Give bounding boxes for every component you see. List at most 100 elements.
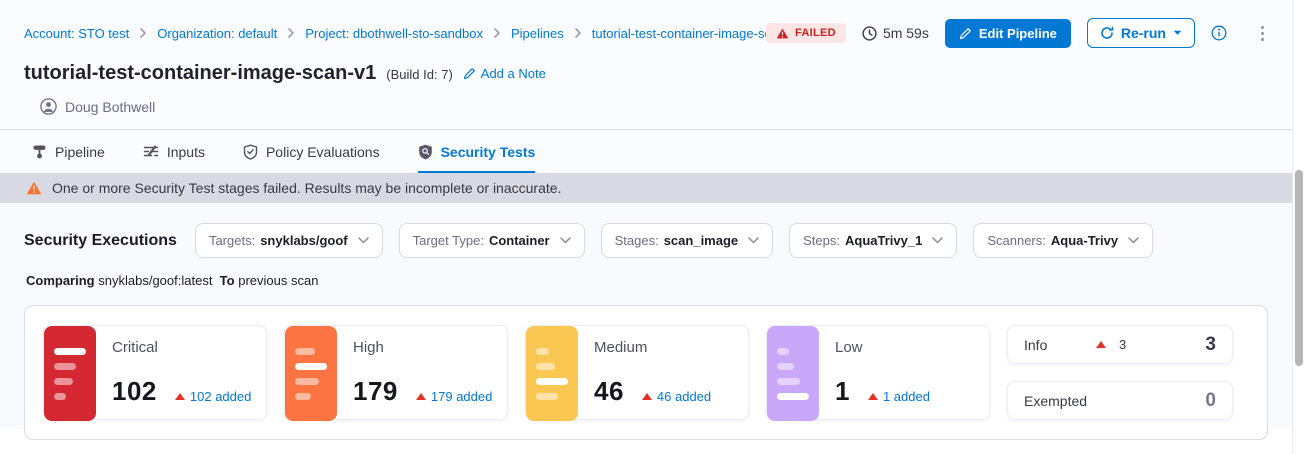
high-label: High	[353, 339, 507, 356]
refresh-icon	[1100, 26, 1114, 40]
breadcrumb-project[interactable]: Project: dbothwell-sto-sandbox	[305, 26, 483, 41]
breadcrumb-pipelines[interactable]: Pipelines	[511, 26, 564, 41]
low-delta: 1 added	[883, 389, 930, 404]
security-shield-icon	[418, 144, 433, 160]
tab-policy-evaluations[interactable]: Policy Evaluations	[243, 130, 380, 173]
critical-count: 102	[112, 376, 157, 407]
chevron-down-icon	[932, 237, 943, 244]
warning-triangle-icon	[26, 181, 42, 195]
duration-value: 5m 59s	[883, 25, 929, 41]
critical-delta: 102 added	[190, 389, 251, 404]
filter-steps-label: Steps:	[803, 233, 840, 248]
filter-targets-value: snyklabs/goof	[260, 233, 347, 248]
comparing-to-label: To	[220, 273, 235, 288]
delta-up-icon	[175, 393, 185, 400]
chevron-right-icon	[286, 28, 296, 38]
low-card[interactable]: Low 1 1 added	[766, 325, 990, 420]
low-count: 1	[835, 376, 850, 407]
scrollbar-thumb[interactable]	[1295, 170, 1303, 366]
filter-stages[interactable]: Stages: scan_image	[601, 223, 774, 258]
delta-up-icon	[416, 393, 426, 400]
critical-card[interactable]: Critical 102 102 added	[43, 325, 267, 420]
chevron-down-icon	[358, 237, 369, 244]
vertical-scrollbar	[1292, 0, 1306, 454]
pipeline-execution-page: Account: STO test Organization: default …	[0, 0, 1292, 454]
status-badge-label: FAILED	[795, 27, 836, 39]
delta-up-icon	[642, 393, 652, 400]
breadcrumb-account[interactable]: Account: STO test	[24, 26, 129, 41]
add-note-link[interactable]: Add a Note	[463, 66, 546, 81]
delta-up-icon	[868, 393, 878, 400]
filter-target-type[interactable]: Target Type: Container	[399, 223, 585, 258]
filter-steps[interactable]: Steps: AquaTrivy_1	[789, 223, 957, 258]
section-heading: Security Executions	[24, 232, 177, 250]
low-severity-glyph	[767, 326, 819, 421]
status-badge: FAILED	[766, 23, 846, 43]
execution-tabs: Pipeline Inputs Policy Evaluations Secur…	[0, 130, 1292, 173]
edit-pipeline-label: Edit Pipeline	[979, 26, 1057, 41]
filter-stages-label: Stages:	[615, 233, 659, 248]
tab-policy-evaluations-label: Policy Evaluations	[266, 144, 380, 160]
delta-up-icon	[1096, 341, 1106, 348]
page-title: tutorial-test-container-image-scan-v1	[24, 62, 376, 85]
filter-target-type-label: Target Type:	[413, 233, 484, 248]
filter-target-type-value: Container	[489, 233, 550, 248]
author-row: Doug Bothwell	[40, 98, 1268, 115]
chevron-right-icon	[492, 28, 502, 38]
comparing-line: Comparing snyklabs/goof:latest To previo…	[26, 273, 1268, 288]
exempted-count: 0	[1205, 390, 1216, 412]
tab-pipeline[interactable]: Pipeline	[32, 130, 105, 173]
chevron-right-icon	[573, 28, 583, 38]
add-note-label: Add a Note	[481, 66, 546, 81]
chevron-down-icon	[748, 237, 759, 244]
filter-scanners[interactable]: Scanners: Aqua-Trivy	[973, 223, 1153, 258]
comparing-label: Comparing	[26, 273, 95, 288]
tab-security-tests[interactable]: Security Tests	[418, 130, 536, 173]
medium-card[interactable]: Medium 46 46 added	[525, 325, 749, 420]
info-card[interactable]: Info 3 3	[1007, 325, 1233, 364]
user-avatar-icon	[40, 98, 57, 115]
build-id: (Build Id: 7)	[386, 67, 452, 82]
chevron-down-icon	[560, 237, 571, 244]
pipeline-icon	[32, 144, 47, 159]
author-name: Doug Bothwell	[65, 99, 155, 115]
high-card[interactable]: High 179 179 added	[284, 325, 508, 420]
chevron-right-icon	[138, 28, 148, 38]
tab-inputs-label: Inputs	[167, 144, 205, 160]
pencil-icon	[959, 27, 972, 40]
more-options-kebab-icon[interactable]	[1257, 24, 1268, 43]
breadcrumb-organization[interactable]: Organization: default	[157, 26, 277, 41]
critical-label: Critical	[112, 339, 266, 356]
comparing-baseline: previous scan	[238, 273, 318, 288]
filter-targets-label: Targets:	[209, 233, 255, 248]
filter-steps-value: AquaTrivy_1	[845, 233, 922, 248]
low-label: Low	[835, 339, 989, 356]
page-header: Account: STO test Organization: default …	[0, 0, 1292, 130]
inputs-icon	[143, 144, 159, 159]
info-icon[interactable]	[1211, 25, 1227, 41]
filter-targets[interactable]: Targets: snyklabs/goof	[195, 223, 383, 258]
duration: 5m 59s	[862, 25, 929, 41]
warning-banner-message: One or more Security Test stages failed.…	[52, 180, 561, 196]
exempted-card[interactable]: Exempted 0	[1007, 381, 1233, 420]
filter-stages-value: scan_image	[664, 233, 738, 248]
info-delta: 3	[1119, 337, 1126, 352]
pencil-icon	[463, 67, 476, 80]
tab-security-tests-label: Security Tests	[441, 144, 536, 160]
high-delta: 179 added	[431, 389, 492, 404]
tab-inputs[interactable]: Inputs	[143, 130, 205, 173]
rerun-button[interactable]: Re-run	[1087, 18, 1195, 48]
chevron-down-icon	[1128, 237, 1139, 244]
tab-pipeline-label: Pipeline	[55, 144, 105, 160]
edit-pipeline-button[interactable]: Edit Pipeline	[945, 19, 1071, 48]
medium-label: Medium	[594, 339, 748, 356]
warning-triangle-icon	[776, 28, 789, 39]
security-executions-panel: Security Executions Targets: snyklabs/go…	[0, 203, 1292, 429]
filter-scanners-value: Aqua-Trivy	[1051, 233, 1118, 248]
high-count: 179	[353, 376, 398, 407]
filter-scanners-label: Scanners:	[987, 233, 1046, 248]
clock-icon	[862, 26, 877, 41]
exempted-label: Exempted	[1024, 393, 1096, 409]
info-count: 3	[1205, 334, 1216, 356]
critical-severity-glyph	[44, 326, 96, 421]
